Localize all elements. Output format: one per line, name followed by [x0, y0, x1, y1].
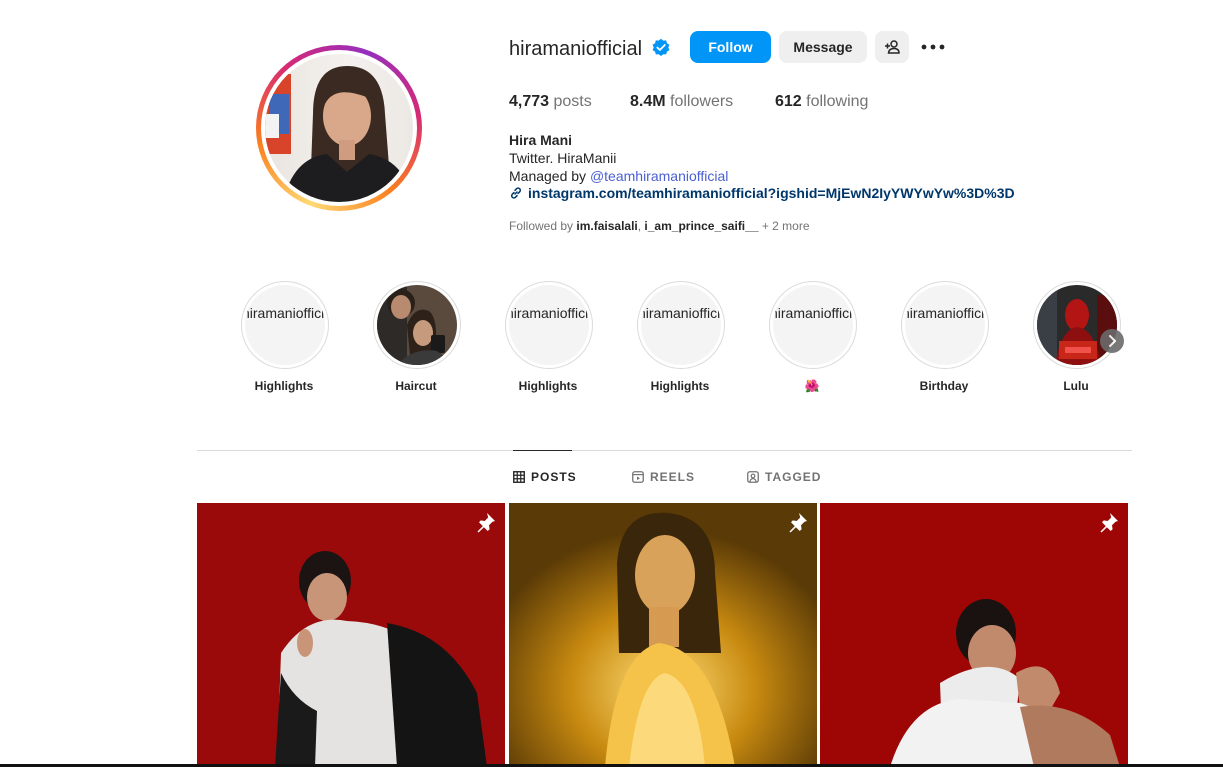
grid-icon	[513, 471, 525, 483]
highlight-cover	[1037, 285, 1117, 365]
broken-image-alt: hiramaniofficial's highlight story pictu…	[245, 305, 325, 321]
highlight-cover: hiramaniofficial's highlight story pictu…	[641, 285, 721, 365]
posts-label: posts	[553, 93, 592, 110]
highlight-label: Haircut	[395, 379, 437, 393]
highlight-cover: hiramaniofficial's highlight story pictu…	[773, 285, 853, 365]
highlights-next-button[interactable]	[1100, 329, 1124, 353]
message-button[interactable]: Message	[779, 31, 867, 63]
followed-by-user: i_am_prince_saifi__	[644, 219, 759, 233]
broken-image-alt: hiramaniofficial's highlight story pictu…	[641, 305, 721, 321]
posts-count: 4,773	[509, 93, 550, 110]
reels-icon	[632, 471, 644, 483]
managed-by-mention[interactable]: @teamhiramaniofficial	[590, 168, 728, 184]
tab-reels[interactable]: REELS	[632, 470, 695, 484]
bio-managed-by: Managed by @teamhiramaniofficial	[509, 167, 728, 185]
profile-avatar[interactable]	[256, 45, 422, 211]
highlight-highlights[interactable]: hiramaniofficial's highlight story pictu…	[636, 280, 726, 400]
bio-full-name: Hira Mani	[509, 132, 573, 148]
following-label: following	[806, 93, 869, 110]
post-tile[interactable]	[509, 503, 817, 767]
pinned-icon	[789, 513, 807, 533]
broken-image-alt: hiramaniofficial's highlight story pictu…	[905, 305, 985, 321]
following-link[interactable]: 612 following	[775, 92, 868, 112]
tab-label: POSTS	[531, 470, 577, 484]
posts-stat: 4,773 posts	[509, 92, 592, 112]
highlight-label: 🌺	[804, 379, 820, 393]
suggested-users-button[interactable]	[875, 31, 909, 63]
followed-by-user: im.faisalali	[576, 219, 638, 233]
active-tab-indicator	[513, 450, 572, 451]
avatar	[265, 54, 413, 202]
followers-label: followers	[670, 93, 734, 110]
tab-label: REELS	[650, 470, 696, 484]
tab-tagged[interactable]: TAGGED	[747, 470, 821, 484]
bio-link-text: instagram.com/teamhiramaniofficial?igshi…	[528, 185, 1015, 201]
tab-label: TAGGED	[765, 470, 822, 484]
post-tile[interactable]	[820, 503, 1128, 767]
post-tile[interactable]	[197, 503, 505, 767]
followed-by-prefix: Followed by	[509, 219, 577, 233]
highlight-highlights[interactable]: hiramaniofficial's highlight story pictu…	[240, 280, 330, 400]
managed-by-text: Managed by	[509, 168, 590, 184]
highlight-birthday[interactable]: hiramaniofficial's highlight story pictu…	[900, 280, 990, 400]
highlight-label: Highlights	[650, 379, 710, 393]
tagged-icon	[747, 471, 759, 483]
link-icon	[510, 187, 522, 199]
add-user-icon	[885, 40, 900, 54]
profile-username: hiramaniofficial	[509, 38, 643, 60]
highlight-cover: hiramaniofficial's highlight story pictu…	[509, 285, 589, 365]
highlight-label: Highlights	[518, 379, 578, 393]
highlight-highlights[interactable]: hiramaniofficial's highlight story pictu…	[504, 280, 594, 400]
following-count: 612	[775, 93, 802, 110]
chevron-right-icon	[1109, 335, 1116, 347]
more-options-icon[interactable]	[920, 36, 946, 58]
highlight-label: Birthday	[919, 379, 969, 393]
bio-external-link[interactable]: instagram.com/teamhiramaniofficial?igshi…	[509, 185, 1015, 201]
post-image	[509, 503, 817, 767]
tab-posts[interactable]: POSTS	[513, 470, 577, 484]
broken-image-alt: hiramaniofficial's highlight story pictu…	[509, 305, 589, 321]
verified-badge-icon	[652, 38, 670, 56]
highlight-flower[interactable]: hiramaniofficial's highlight story pictu…	[768, 280, 858, 400]
highlight-label: Lulu	[1063, 379, 1089, 393]
highlight-cover: hiramaniofficial's highlight story pictu…	[245, 285, 325, 365]
follow-button[interactable]: Follow	[690, 31, 771, 63]
followers-count: 8.4M	[630, 93, 666, 110]
pinned-icon	[477, 513, 495, 533]
tabs-divider	[197, 450, 1132, 451]
highlight-cover	[377, 285, 457, 365]
followed-by-more: + 2 more	[758, 219, 810, 233]
followers-link[interactable]: 8.4M followers	[630, 92, 733, 112]
bio-line: Twitter. HiraManii	[509, 150, 617, 166]
followed-by[interactable]: Followed by im.faisalali, i_am_prince_sa…	[509, 219, 810, 233]
avatar-photo	[265, 66, 413, 202]
post-image	[820, 503, 1128, 767]
highlight-haircut[interactable]: Haircut	[372, 280, 462, 400]
highlight-label: Highlights	[254, 379, 314, 393]
post-image	[197, 503, 505, 767]
highlight-cover: hiramaniofficial's highlight story pictu…	[905, 285, 985, 365]
highlight-photo	[377, 285, 457, 365]
pinned-icon	[1100, 513, 1118, 533]
highlight-photo	[1037, 285, 1117, 365]
broken-image-alt: hiramaniofficial's highlight story pictu…	[773, 305, 853, 321]
